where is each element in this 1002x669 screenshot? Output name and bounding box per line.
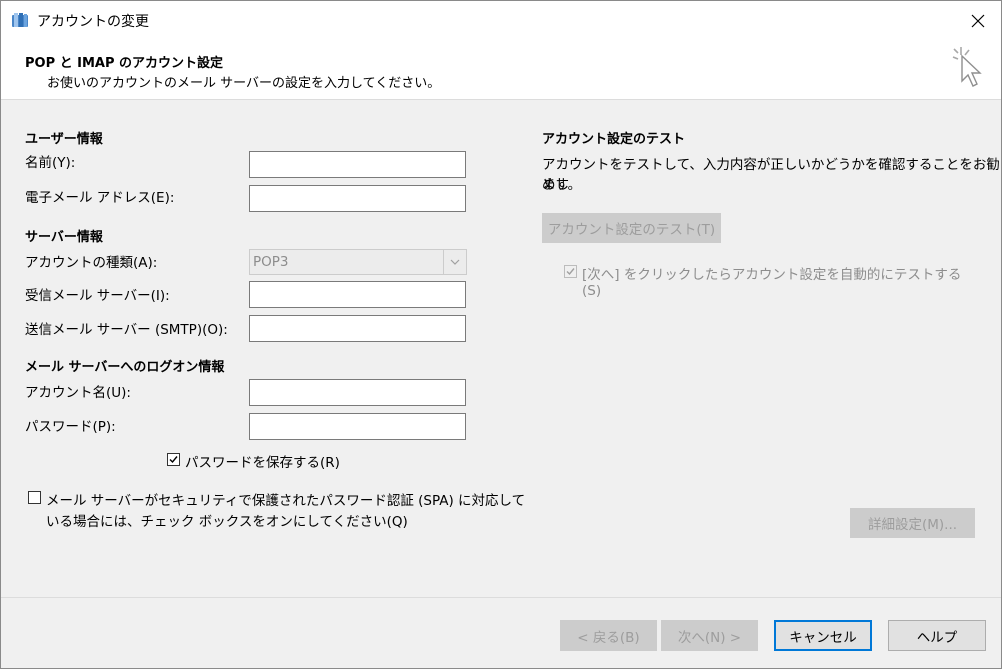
password-label: パスワード(P): xyxy=(25,419,116,435)
chevron-down-icon xyxy=(443,250,466,274)
auto-test-label-line2: (S) xyxy=(582,283,602,299)
test-description-line2: ます。 xyxy=(542,177,582,193)
wizard-header: POP と IMAP のアカウント設定 お使いのアカウントのメール サーバーの設… xyxy=(1,41,1001,100)
name-field[interactable] xyxy=(249,151,466,178)
test-settings-heading: アカウント設定のテスト xyxy=(542,132,686,147)
name-label: 名前(Y): xyxy=(25,155,76,171)
title-bar: アカウントの変更 xyxy=(1,1,1001,41)
cursor-sparkle-icon xyxy=(949,41,989,97)
incoming-server-field[interactable] xyxy=(249,281,466,308)
account-name-label: アカウント名(U): xyxy=(25,385,131,401)
user-info-heading: ユーザー情報 xyxy=(25,132,103,147)
save-password-label: パスワードを保存する(R) xyxy=(185,455,340,471)
spa-checkbox[interactable] xyxy=(28,491,41,504)
auto-test-checkbox[interactable] xyxy=(564,265,577,278)
page-title: POP と IMAP のアカウント設定 xyxy=(25,56,224,71)
back-button[interactable]: < 戻る(B) xyxy=(560,620,657,651)
close-button[interactable] xyxy=(955,1,1001,41)
password-field[interactable] xyxy=(249,413,466,440)
checkmark-icon xyxy=(169,456,178,464)
account-type-value: POP3 xyxy=(253,254,289,270)
email-field[interactable] xyxy=(249,185,466,212)
next-button[interactable]: 次へ(N) > xyxy=(661,620,758,651)
test-description-line1: アカウントをテストして、入力内容が正しいかどうかを確認することをお勧めし xyxy=(542,157,1000,193)
spa-label-line1: メール サーバーがセキュリティで保護されたパスワード認証 (SPA) に対応して xyxy=(46,493,526,509)
test-account-settings-button[interactable]: アカウント設定のテスト(T) xyxy=(542,213,721,243)
email-label: 電子メール アドレス(E): xyxy=(25,190,175,206)
server-info-heading: サーバー情報 xyxy=(25,230,103,245)
save-password-checkbox[interactable] xyxy=(167,453,180,466)
incoming-server-label: 受信メール サーバー(I): xyxy=(25,288,170,304)
footer-divider xyxy=(1,597,1001,598)
logon-info-heading: メール サーバーへのログオン情報 xyxy=(25,360,225,375)
page-subtitle: お使いのアカウントのメール サーバーの設定を入力してください。 xyxy=(47,76,441,91)
checkmark-icon xyxy=(566,268,575,276)
auto-test-label-line1: [次へ] をクリックしたらアカウント設定を自動的にテストする xyxy=(582,267,962,283)
spa-label-line2: いる場合には、チェック ボックスをオンにしてください(Q) xyxy=(46,514,408,530)
outlook-app-icon xyxy=(11,11,29,29)
account-type-select[interactable]: POP3 xyxy=(249,249,467,275)
account-change-dialog: アカウントの変更 POP と IMAP のアカウント設定 お使いのアカウントのメ… xyxy=(0,0,1002,669)
window-title: アカウントの変更 xyxy=(37,14,149,30)
cancel-button[interactable]: キャンセル xyxy=(774,620,872,651)
outgoing-server-label: 送信メール サーバー (SMTP)(O): xyxy=(25,322,228,338)
close-icon xyxy=(971,14,985,28)
account-type-label: アカウントの種類(A): xyxy=(25,255,158,271)
account-name-field[interactable] xyxy=(249,379,466,406)
help-button[interactable]: ヘルプ xyxy=(888,620,986,651)
outgoing-server-field[interactable] xyxy=(249,315,466,342)
more-settings-button[interactable]: 詳細設定(M)... xyxy=(850,508,975,538)
